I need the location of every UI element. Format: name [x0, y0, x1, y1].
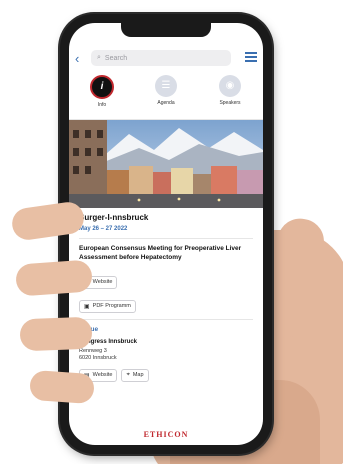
divider	[79, 318, 253, 320]
tab-bar: i Info ☰ Agenda ◉ Speakers	[69, 75, 263, 120]
search-icon: ⌕	[97, 54, 101, 61]
venue-website-label: Website	[92, 372, 113, 379]
tab-info[interactable]: i Info	[72, 75, 132, 119]
speakers-icon: ◉	[219, 75, 241, 97]
venue-address: Rennweg 3 6020 Innsbruck	[79, 348, 253, 363]
event-city-title: Surger-I-nnsbruck	[79, 213, 149, 222]
tab-info-label: Info	[97, 102, 107, 108]
venue-map-button[interactable]: ⌖ Map	[121, 368, 149, 382]
venue-name: Congress Innsbruck	[79, 338, 138, 345]
event-dates: May 26 – 27 2022	[79, 226, 128, 232]
divider	[79, 238, 253, 239]
info-icon: i	[90, 75, 114, 99]
hand-finger	[29, 369, 95, 405]
pdf-icon: ▣	[84, 303, 90, 310]
hamburger-menu-icon[interactable]	[245, 52, 257, 62]
tab-agenda[interactable]: ☰ Agenda	[136, 75, 196, 119]
search-placeholder: Search	[104, 54, 128, 62]
top-bar: ‹ ⌕ Search	[69, 45, 263, 73]
tab-agenda-label: Agenda	[157, 100, 175, 106]
hand-finger	[19, 316, 93, 352]
pdf-programm-button[interactable]: ▣ PDF Programm	[79, 299, 136, 313]
phone-notch	[121, 23, 211, 37]
agenda-icon: ☰	[155, 75, 177, 97]
map-icon: ⌖	[126, 371, 130, 378]
photo-scene: ‹ ⌕ Search i Info ☰ Agenda ◉ Speakers Su…	[0, 0, 343, 464]
venue-map-label: Map	[132, 372, 144, 379]
venue-address-line2: 6020 Innsbruck	[79, 355, 117, 362]
phone-screen: ‹ ⌕ Search i Info ☰ Agenda ◉ Speakers Su…	[69, 23, 263, 445]
venue-heading: Venue	[79, 326, 253, 333]
ethicon-logo: ETHICON	[143, 430, 189, 439]
event-name: European Consensus Meeting for Preoperat…	[79, 245, 242, 261]
tab-speakers[interactable]: ◉ Speakers	[200, 75, 260, 119]
hero-image	[69, 120, 263, 208]
hero-city-illustration	[69, 120, 263, 208]
event-website-label: Website	[92, 279, 113, 286]
search-input[interactable]: ⌕ Search	[91, 50, 231, 66]
event-info: Surger-I-nnsbruck May 26 – 27 2022 Europ…	[79, 209, 253, 382]
tab-speakers-label: Speakers	[219, 100, 241, 106]
venue-address-line1: Rennweg 3	[79, 347, 107, 354]
pdf-programm-label: PDF Programm	[92, 303, 131, 310]
hand-finger	[14, 259, 94, 297]
chevron-left-icon[interactable]: ‹	[75, 51, 79, 66]
